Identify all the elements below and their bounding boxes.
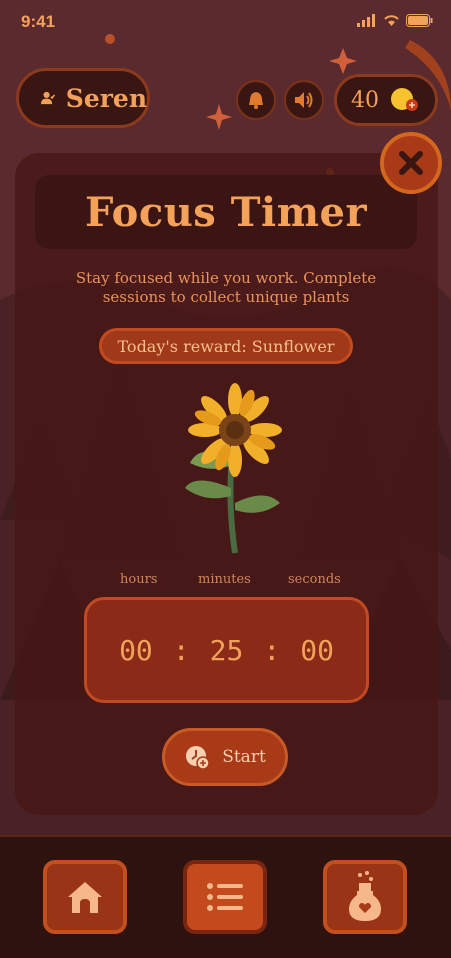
battery-icon xyxy=(406,14,433,27)
page-title: Focus Timer xyxy=(84,188,368,236)
signal-icon xyxy=(357,14,375,27)
page-subtitle: Stay focused while you work. Complete se… xyxy=(75,269,377,306)
timer-seconds[interactable]: 00 xyxy=(300,634,334,667)
coin-balance[interactable]: 40 xyxy=(334,74,438,126)
nav-home[interactable] xyxy=(43,860,127,934)
start-button[interactable]: Start xyxy=(162,728,288,786)
bell-icon xyxy=(249,92,263,109)
timer-separator: : xyxy=(172,633,190,667)
timer-display[interactable]: 00 : 25 : 00 xyxy=(84,597,369,703)
hours-label: hours xyxy=(120,572,158,587)
nav-potion[interactable] xyxy=(323,860,407,934)
speaker-icon xyxy=(295,92,313,108)
nav-list[interactable] xyxy=(183,860,267,934)
title-box: Focus Timer xyxy=(35,175,417,249)
potion-icon xyxy=(349,871,381,921)
sunflower-icon xyxy=(185,383,282,554)
start-label: Start xyxy=(222,747,266,767)
notifications-button[interactable] xyxy=(236,80,276,120)
timer-minutes[interactable]: 25 xyxy=(210,634,244,667)
sound-button[interactable] xyxy=(284,80,324,120)
timer-hours[interactable]: 00 xyxy=(119,634,153,667)
list-icon xyxy=(207,883,243,911)
reward-badge: Today's reward: Sunflower xyxy=(99,328,353,364)
bottom-nav xyxy=(0,835,451,958)
status-time: 9:41 xyxy=(21,12,56,31)
timer-separator: : xyxy=(263,633,281,667)
user-icon xyxy=(41,91,56,105)
status-icons xyxy=(357,14,433,27)
clock-add-icon xyxy=(186,746,210,770)
close-button[interactable] xyxy=(380,132,442,194)
close-icon xyxy=(399,151,423,175)
minutes-label: minutes xyxy=(198,572,251,587)
coin-add-icon xyxy=(391,88,418,111)
focus-timer-panel: Focus Timer Stay focused while you work.… xyxy=(15,153,438,815)
timer-unit-labels: hours minutes seconds xyxy=(85,572,375,592)
seconds-label: seconds xyxy=(288,572,341,587)
wifi-icon xyxy=(384,15,399,26)
home-icon xyxy=(68,882,102,913)
user-profile-button[interactable]: Seren xyxy=(16,68,150,128)
coin-count: 40 xyxy=(351,87,379,113)
user-name: Seren xyxy=(65,83,147,113)
status-bar: 9:41 xyxy=(0,0,451,44)
